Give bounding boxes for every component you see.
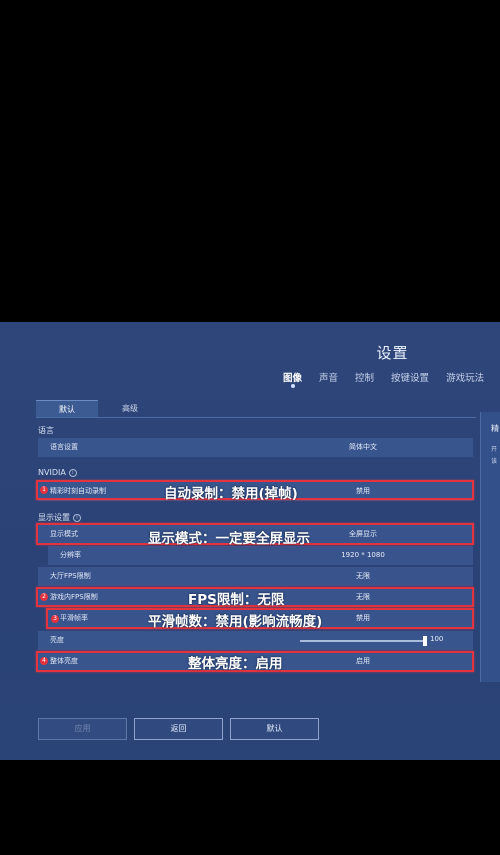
apply-button[interactable]: 应用: [38, 718, 127, 740]
lobby-fps-value[interactable]: 无限: [328, 567, 398, 586]
number-badge: 4: [40, 657, 48, 665]
tab-keybinds[interactable]: 按键设置: [391, 370, 429, 384]
brightness-slider[interactable]: [300, 640, 426, 642]
brightness-label: 亮度: [50, 636, 64, 644]
section-language: 语言: [38, 426, 54, 435]
brightness-value: 100: [430, 635, 444, 643]
back-button[interactable]: 返回: [134, 718, 223, 740]
tab-gameplay[interactable]: 游戏玩法: [446, 370, 484, 384]
annotation-fps: FPS限制：无限: [188, 592, 285, 608]
annotation-overall-brightness: 整体亮度：启用: [188, 656, 283, 672]
language-label: 语言设置: [50, 443, 78, 451]
annotation-smooth-frame: 平滑帧数：禁用(影响流畅度): [148, 614, 323, 630]
annotation-record: 自动录制：禁用(掉帧): [164, 486, 298, 502]
number-badge: 3: [51, 615, 59, 623]
resolution-value[interactable]: 1920 * 1080: [328, 546, 398, 565]
lobby-fps-row[interactable]: 大厅FPS限制 无限: [38, 567, 473, 586]
language-value[interactable]: 简体中文: [328, 438, 398, 457]
description-text: 开 该: [491, 446, 498, 465]
resolution-label: 分辨率: [60, 551, 81, 559]
sub-tab-default[interactable]: 默认: [36, 400, 98, 417]
tab-controls[interactable]: 控制: [355, 370, 374, 384]
tab-graphics[interactable]: 图像: [283, 370, 302, 388]
section-nvidia: NVIDIA i: [38, 468, 77, 477]
lobby-fps-label: 大厅FPS限制: [50, 572, 91, 580]
info-icon[interactable]: i: [68, 468, 77, 477]
number-badge: 2: [40, 593, 48, 601]
top-tab-bar: 图像 声音 控制 按键设置 游戏玩法: [283, 370, 500, 388]
resolution-row[interactable]: 分辨率 1920 * 1080: [48, 546, 473, 565]
sub-tab-bar: 默认 高级: [36, 400, 162, 417]
default-button[interactable]: 默认: [230, 718, 319, 740]
description-title: 精: [491, 424, 499, 433]
number-badge: 1: [40, 486, 48, 494]
info-icon[interactable]: i: [73, 513, 81, 522]
brightness-slider-handle[interactable]: [423, 636, 427, 646]
section-nvidia-label: NVIDIA: [38, 468, 66, 477]
divider: [36, 417, 476, 418]
section-display-label: 显示设置: [38, 513, 70, 522]
settings-screen: 设置 图像 声音 控制 按键设置 游戏玩法 默认 高级 语言 语言设置 简体中文…: [0, 322, 500, 760]
tab-sound[interactable]: 声音: [319, 370, 338, 384]
sub-tab-advanced[interactable]: 高级: [98, 400, 162, 417]
section-display: 显示设置 i: [38, 512, 81, 523]
language-row[interactable]: 语言设置 简体中文: [38, 438, 473, 457]
annotation-display-mode: 显示模式：一定要全屏显示: [148, 531, 310, 547]
page-title: 设置: [376, 344, 409, 362]
